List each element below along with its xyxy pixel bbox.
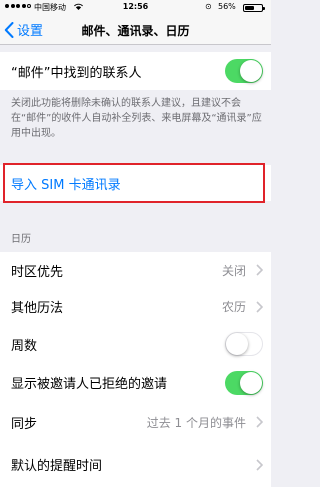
show-declined-row: 显示被邀请人已拒绝的邀请 <box>0 363 271 402</box>
calendar-section-header: 日历 <box>11 234 31 245</box>
chevron-right-icon <box>256 300 263 313</box>
alternate-calendars-label: 其他历法 <box>11 301 64 316</box>
timezone-override-row[interactable]: 时区优先 关闭 <box>0 252 271 288</box>
found-in-mail-row: “邮件”中找到的联系人 <box>0 52 271 90</box>
highlight-annotation <box>3 163 265 203</box>
chevron-right-icon <box>256 416 263 428</box>
default-alert-times-label: 默认的提醒时间 <box>11 459 103 474</box>
page-title: 邮件、通讯录、日历 <box>81 24 190 38</box>
timezone-override-label: 时区优先 <box>11 264 64 280</box>
week-numbers-label: 周数 <box>11 338 38 354</box>
show-declined-toggle[interactable] <box>225 370 263 395</box>
navigation-bar: 设置 邮件、通讯录、日历 <box>0 15 271 45</box>
battery-icon <box>243 4 265 12</box>
sync-label: 同步 <box>11 416 38 432</box>
week-numbers-toggle[interactable] <box>225 332 263 356</box>
show-declined-label: 显示被邀请人已拒绝的邀请 <box>11 377 168 392</box>
found-in-mail-toggle[interactable] <box>225 59 263 83</box>
found-in-mail-label: “邮件”中找到的联系人 <box>11 65 142 81</box>
contacts-footer-note: 关闭此功能将删除未确认的联系人建议，且建议不会在“邮件”的收件人自动补全列表、来… <box>11 98 262 139</box>
sync-value: 过去 1 个月的事件 <box>146 415 246 430</box>
status-bar: 中国移动 12:56 ⊙ 56% <box>0 0 271 15</box>
orientation-lock-icon: ⊙ <box>205 2 212 11</box>
week-numbers-row: 周数 <box>0 325 271 363</box>
sync-row[interactable]: 同步 过去 1 个月的事件 <box>0 402 271 442</box>
default-alert-times-row[interactable]: 默认的提醒时间 <box>0 442 271 487</box>
timezone-override-value: 关闭 <box>221 263 246 278</box>
battery-percent: 56% <box>218 2 236 11</box>
alternate-calendars-value: 农历 <box>221 300 246 314</box>
alternate-calendars-row[interactable]: 其他历法 农历 <box>0 288 271 325</box>
chevron-right-icon <box>256 264 263 276</box>
chevron-right-icon <box>256 458 263 471</box>
